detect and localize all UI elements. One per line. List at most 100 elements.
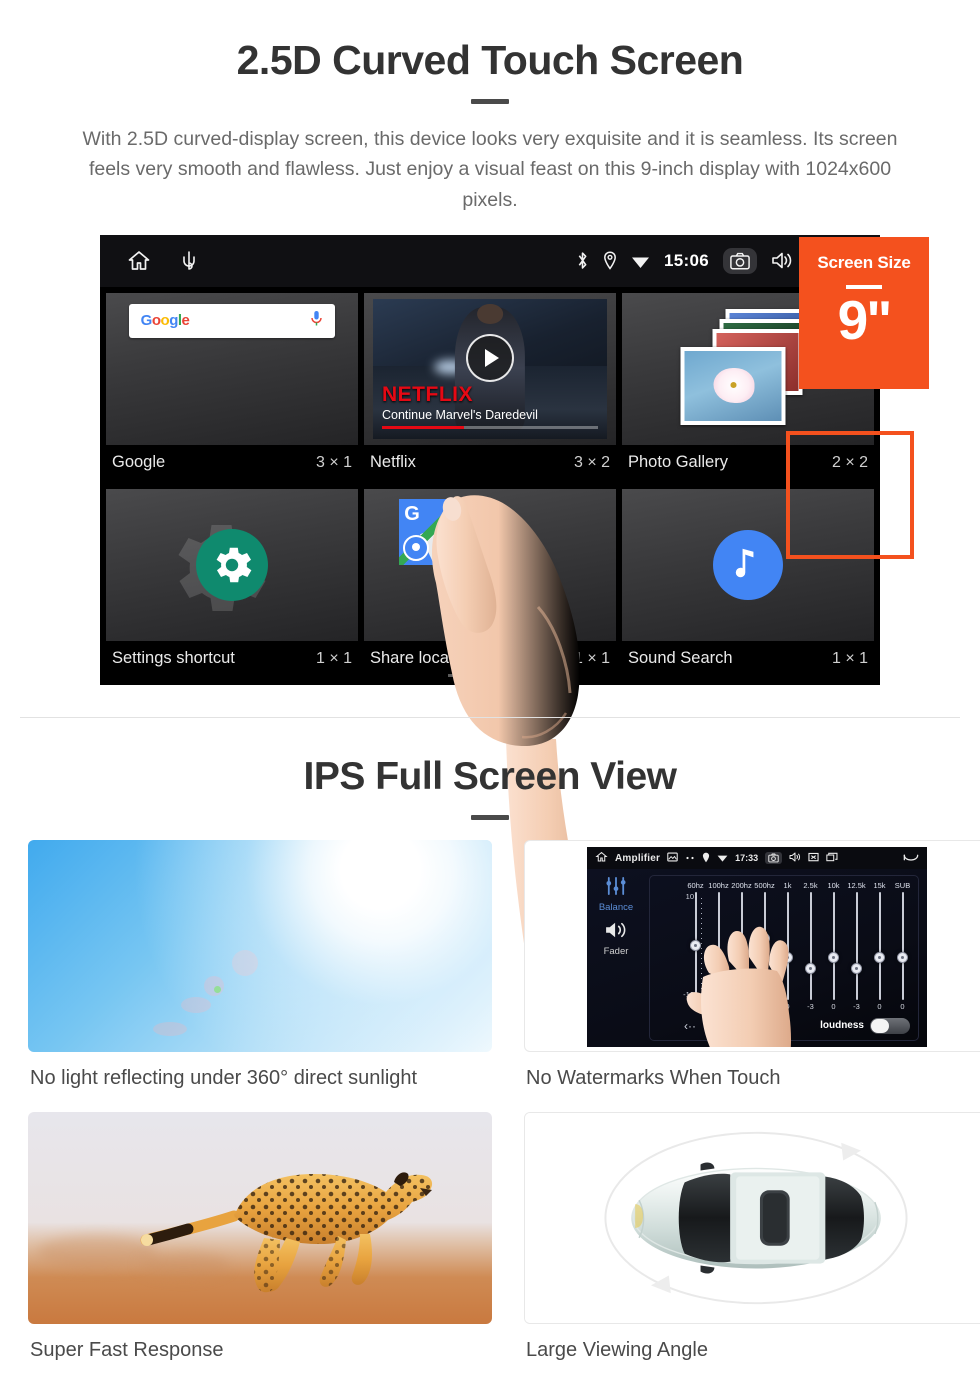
widget-size: 1 × 1 [831,649,868,667]
eq-slider-10k[interactable] [822,892,845,1000]
netflix-brand: NETFLIX [382,382,473,406]
page-dot-1[interactable] [448,673,472,677]
netflix-art: NETFLIX Continue Marvel's Daredevil [373,298,607,439]
page-dot-3[interactable] [508,673,532,677]
image-icon [667,852,678,864]
section-divider [20,717,960,718]
fader-icon[interactable] [604,921,628,944]
tile-caption-sunlight: No light reflecting under 360° direct su… [30,1067,418,1089]
loudness-control[interactable]: loudness [820,1017,910,1034]
widget-grid: Google Google 3 × 1 NETFLIX Continue Mar… [100,287,880,685]
wifi-icon [717,853,728,864]
widget-netflix[interactable]: NETFLIX Continue Marvel's Daredevil Netf… [364,292,616,481]
widget-google[interactable]: Google Google 3 × 1 [106,292,358,481]
widget-size: 3 × 1 [315,453,352,471]
amplifier-clock: 17:33 [735,853,759,863]
eq-slider-sub[interactable] [891,892,914,1000]
widget-size: 3 × 2 [573,453,610,471]
car-top-view-svg [604,1131,908,1305]
maps-pin-icon: G [399,498,466,565]
ips-cell-cheetah: Super Fast Response [28,1112,492,1362]
running-cheetah-photo [28,1112,492,1324]
netflix-progress-bar [382,425,598,429]
location-icon [702,852,710,865]
lens-flare-3 [181,996,212,1013]
ips-row-2: Super Fast Response Large Viewing Angle [0,1112,980,1362]
eq-slider-15k[interactable] [868,892,891,1000]
bluetooth-icon [576,251,589,270]
ips-full-screen-section: IPS Full Screen View [0,755,980,820]
eq-value: -3 [853,1002,860,1011]
eq-band-label: 2.5k [803,881,818,890]
eq-band-label: 60hz [687,881,704,890]
ips-title-underline [471,814,509,820]
camera-icon[interactable] [723,247,757,274]
balance-icon[interactable] [604,877,628,899]
page-indicator[interactable] [100,673,880,677]
eq-band-label: 200hz [731,881,752,890]
title-underline [471,99,509,105]
play-icon[interactable] [466,333,514,382]
widget-share-location[interactable]: G Share location 1 × 1 [364,488,616,677]
section-title-ips: IPS Full Screen View [303,755,677,798]
status-bar: 15:06 [100,234,880,287]
widget-name: Netflix [370,453,416,472]
home-icon[interactable] [126,249,152,273]
google-logo: Google [141,312,190,329]
netflix-widget: NETFLIX Continue Marvel's Daredevil [364,292,616,445]
volume-icon[interactable] [789,852,801,864]
wifi-icon [631,253,650,269]
eq-band-label: 1k [783,881,792,890]
share-location-widget: G [364,488,616,641]
screen-size-badge: Screen Size 9" [799,236,929,389]
loudness-toggle[interactable] [870,1017,910,1034]
google-logo-o1: o [151,312,161,330]
ips-cell-car: Large Viewing Angle [524,1112,980,1362]
dots-icon [685,853,695,863]
loudness-label: loudness [820,1020,864,1031]
back-icon[interactable] [903,852,919,865]
google-search-bar: Google [128,303,336,338]
cheetah-scene [28,1112,492,1324]
widget-settings-shortcut[interactable]: Settings shortcut 1 × 1 [106,488,358,677]
amplifier-side-nav: Balance Fader [587,869,645,1047]
close-box-icon[interactable] [808,852,819,864]
recents-icon[interactable] [826,852,838,864]
gear-icon [196,528,268,601]
widget-label-settings: Settings shortcut 1 × 1 [106,641,358,677]
eq-value: 0 [900,1002,905,1011]
page-dot-2[interactable] [478,673,502,677]
sunlight-sky-photo [28,840,492,1052]
amplifier-device: Amplifier 17:33 Balance Fader 60hz 100hz… [587,847,927,1047]
curved-touch-screen-section: 2.5D Curved Touch Screen With 2.5D curve… [0,0,980,957]
eq-band-labels: 60hz 100hz 200hz 500hz 1k 2.5k 10k 12.5k… [650,876,918,890]
music-note-icon [713,529,783,600]
amplifier-body: Balance Fader 60hz 100hz 200hz 500hz 1k … [587,869,927,1047]
ips-row-1: No light reflecting under 360° direct su… [0,840,980,1090]
microphone-icon [310,310,323,332]
eq-value: 0 [831,1002,836,1011]
widget-name: Sound Search [628,649,733,668]
widget-name: Share location [370,649,476,668]
eq-slider-12.5k[interactable] [845,892,868,1000]
photo-stack [680,308,816,429]
sky-gradient [28,840,492,1052]
widget-label-sound-search: Sound Search 1 × 1 [622,641,874,677]
usb-icon[interactable] [182,250,196,272]
android-head-unit: 15:06 Google Google 3 × 1 NETFLIX Contin… [0,229,980,957]
widget-name: Settings shortcut [112,649,235,668]
amplifier-status-bar: Amplifier 17:33 [587,847,927,869]
tile-caption-amplifier: No Watermarks When Touch [526,1067,781,1089]
balance-label[interactable]: Balance [587,902,645,913]
ips-cell-sunlight: No light reflecting under 360° direct su… [28,840,492,1090]
eq-band-label: 10k [827,881,840,890]
fader-label[interactable]: Fader [587,946,645,957]
page-title: 2.5D Curved Touch Screen [236,37,744,83]
widget-name: Photo Gallery [628,453,728,472]
open-hand-illustration [686,926,791,1047]
volume-icon[interactable] [771,251,793,270]
home-icon[interactable] [595,851,608,865]
camera-icon[interactable] [765,852,783,864]
widget-label-google: Google 3 × 1 [106,445,358,481]
google-search-widget: Google [106,292,358,445]
